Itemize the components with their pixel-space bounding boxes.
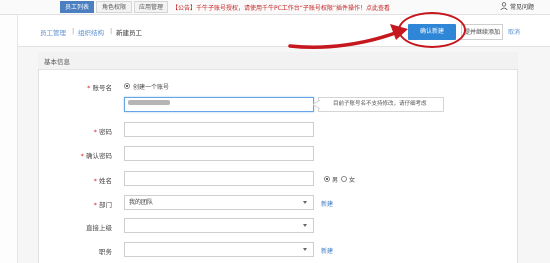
new-position-link[interactable]: 新建: [321, 246, 333, 255]
department-selected-value: 我的团队: [129, 199, 154, 206]
create-account-radio[interactable]: [124, 83, 130, 89]
confirm-password-label: * 确认密码: [80, 152, 112, 160]
create-account-label: 创建一个账号: [133, 84, 170, 91]
chevron-down-icon: [303, 201, 307, 204]
password-input[interactable]: [124, 122, 314, 137]
chevron-down-icon: [303, 224, 307, 227]
password-label: * 密码: [93, 128, 112, 136]
announcement-link[interactable]: 点此查看: [366, 5, 390, 12]
chevron-down-icon: [303, 248, 307, 251]
breadcrumb-new-employee: 新建员工: [116, 29, 142, 37]
announcement-bar: 【公告】千牛子账号授权，请使用千牛PC工作台“子账号权限”插件操作！点此查看: [172, 3, 390, 12]
tab-app-management[interactable]: 应用管理: [134, 1, 168, 13]
save-and-continue-button[interactable]: 提并继续添加: [461, 24, 503, 40]
help-link[interactable]: 常见问题: [510, 2, 534, 11]
breadcrumb-separator: |: [72, 27, 75, 35]
superior-select[interactable]: [124, 218, 314, 233]
account-name-tip: 目前子账号名不支持修改，请仔细考虑: [318, 97, 444, 112]
section-header: [38, 52, 518, 70]
name-label: * 姓名: [93, 177, 112, 185]
account-tip-text: 目前子账号名不支持修改，请仔细考虑: [333, 101, 427, 107]
annotation-arrow: [288, 24, 408, 49]
announcement-text: 【公告】千牛子账号授权，请使用千牛PC工作台“子账号权限”插件操作！: [172, 5, 367, 12]
position-label: 职务: [99, 248, 112, 256]
name-input[interactable]: [124, 171, 314, 186]
tab-employee-list[interactable]: 员工列表: [60, 1, 94, 13]
breadcrumb-employee-management[interactable]: 员工管理: [40, 27, 66, 37]
confirm-password-input[interactable]: [124, 146, 314, 161]
tooltip-pointer-icon: [313, 100, 320, 109]
section-title: 基本信息: [44, 58, 70, 66]
breadcrumb-separator: |: [110, 27, 113, 35]
department-label: * 部门: [93, 201, 112, 209]
gender-female-label: 女: [349, 177, 356, 184]
cancel-button[interactable]: 取消: [508, 27, 520, 36]
gender-female-radio[interactable]: [341, 176, 347, 182]
user-icon: [500, 2, 508, 10]
account-label: * 账号名: [87, 84, 112, 92]
superior-label: 直接上级: [86, 224, 112, 232]
gender-male-radio[interactable]: [324, 176, 330, 182]
tab-role-permissions[interactable]: 角色权限: [96, 1, 132, 13]
breadcrumb-org-structure[interactable]: 组织结构: [78, 27, 104, 37]
gender-male-label: 男: [332, 177, 339, 184]
account-name-value-blurred: [128, 100, 170, 105]
new-department-link[interactable]: 新建: [321, 199, 333, 208]
position-select[interactable]: [124, 242, 314, 257]
department-select[interactable]: 我的团队: [124, 195, 314, 210]
sidebar: [0, 15, 18, 263]
